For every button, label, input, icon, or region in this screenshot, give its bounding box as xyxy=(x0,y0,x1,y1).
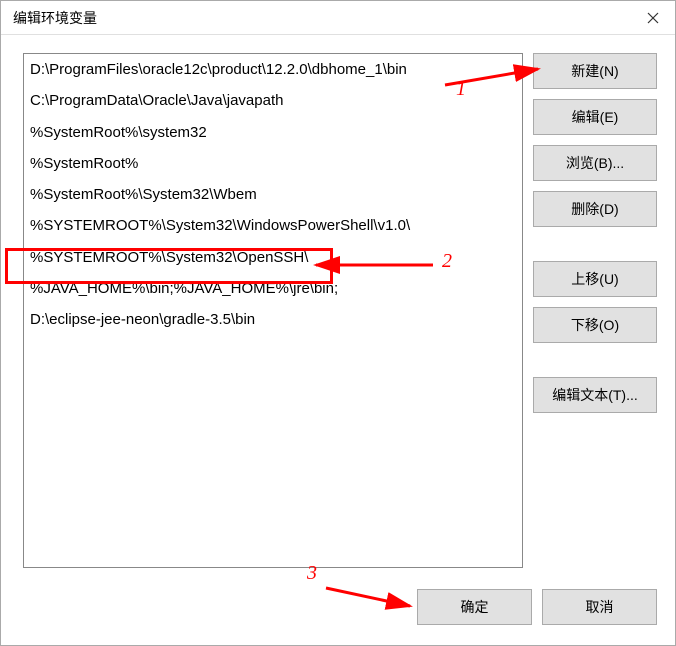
new-button[interactable]: 新建(N) xyxy=(533,53,657,89)
moveup-button[interactable]: 上移(U) xyxy=(533,261,657,297)
list-item[interactable]: %SystemRoot%\system32 xyxy=(24,117,522,148)
content-area: D:\ProgramFiles\oracle12c\product\12.2.0… xyxy=(1,35,675,586)
annotation-label-3: 3 xyxy=(307,562,317,585)
ok-button[interactable]: 确定 xyxy=(417,589,532,625)
list-item[interactable]: D:\ProgramFiles\oracle12c\product\12.2.0… xyxy=(24,54,522,85)
browse-button[interactable]: 浏览(B)... xyxy=(533,145,657,181)
list-item[interactable]: %SystemRoot%\System32\Wbem xyxy=(24,179,522,210)
footer-button-group: 确定 取消 xyxy=(1,586,675,645)
close-button[interactable] xyxy=(631,1,675,35)
movedown-button[interactable]: 下移(O) xyxy=(533,307,657,343)
cancel-button[interactable]: 取消 xyxy=(542,589,657,625)
annotation-highlight-box xyxy=(5,248,333,284)
window-title: 编辑环境变量 xyxy=(13,8,97,28)
edittext-button[interactable]: 编辑文本(T)... xyxy=(533,377,657,413)
annotation-label-1: 1 xyxy=(456,78,466,101)
list-item[interactable]: %SYSTEMROOT%\System32\WindowsPowerShell\… xyxy=(24,210,522,241)
spacer xyxy=(533,237,657,251)
path-listbox[interactable]: D:\ProgramFiles\oracle12c\product\12.2.0… xyxy=(23,53,523,568)
list-item[interactable]: D:\eclipse-jee-neon\gradle-3.5\bin xyxy=(24,304,522,335)
side-button-group: 新建(N) 编辑(E) 浏览(B)... 删除(D) 上移(U) 下移(O) 编… xyxy=(533,53,657,568)
annotation-label-2: 2 xyxy=(442,250,452,273)
title-bar: 编辑环境变量 xyxy=(1,1,675,35)
close-icon xyxy=(647,12,659,24)
spacer xyxy=(533,353,657,367)
list-item[interactable]: C:\ProgramData\Oracle\Java\javapath xyxy=(24,85,522,116)
dialog-window: 编辑环境变量 D:\ProgramFiles\oracle12c\product… xyxy=(0,0,676,646)
delete-button[interactable]: 删除(D) xyxy=(533,191,657,227)
list-item[interactable]: %SystemRoot% xyxy=(24,148,522,179)
edit-button[interactable]: 编辑(E) xyxy=(533,99,657,135)
